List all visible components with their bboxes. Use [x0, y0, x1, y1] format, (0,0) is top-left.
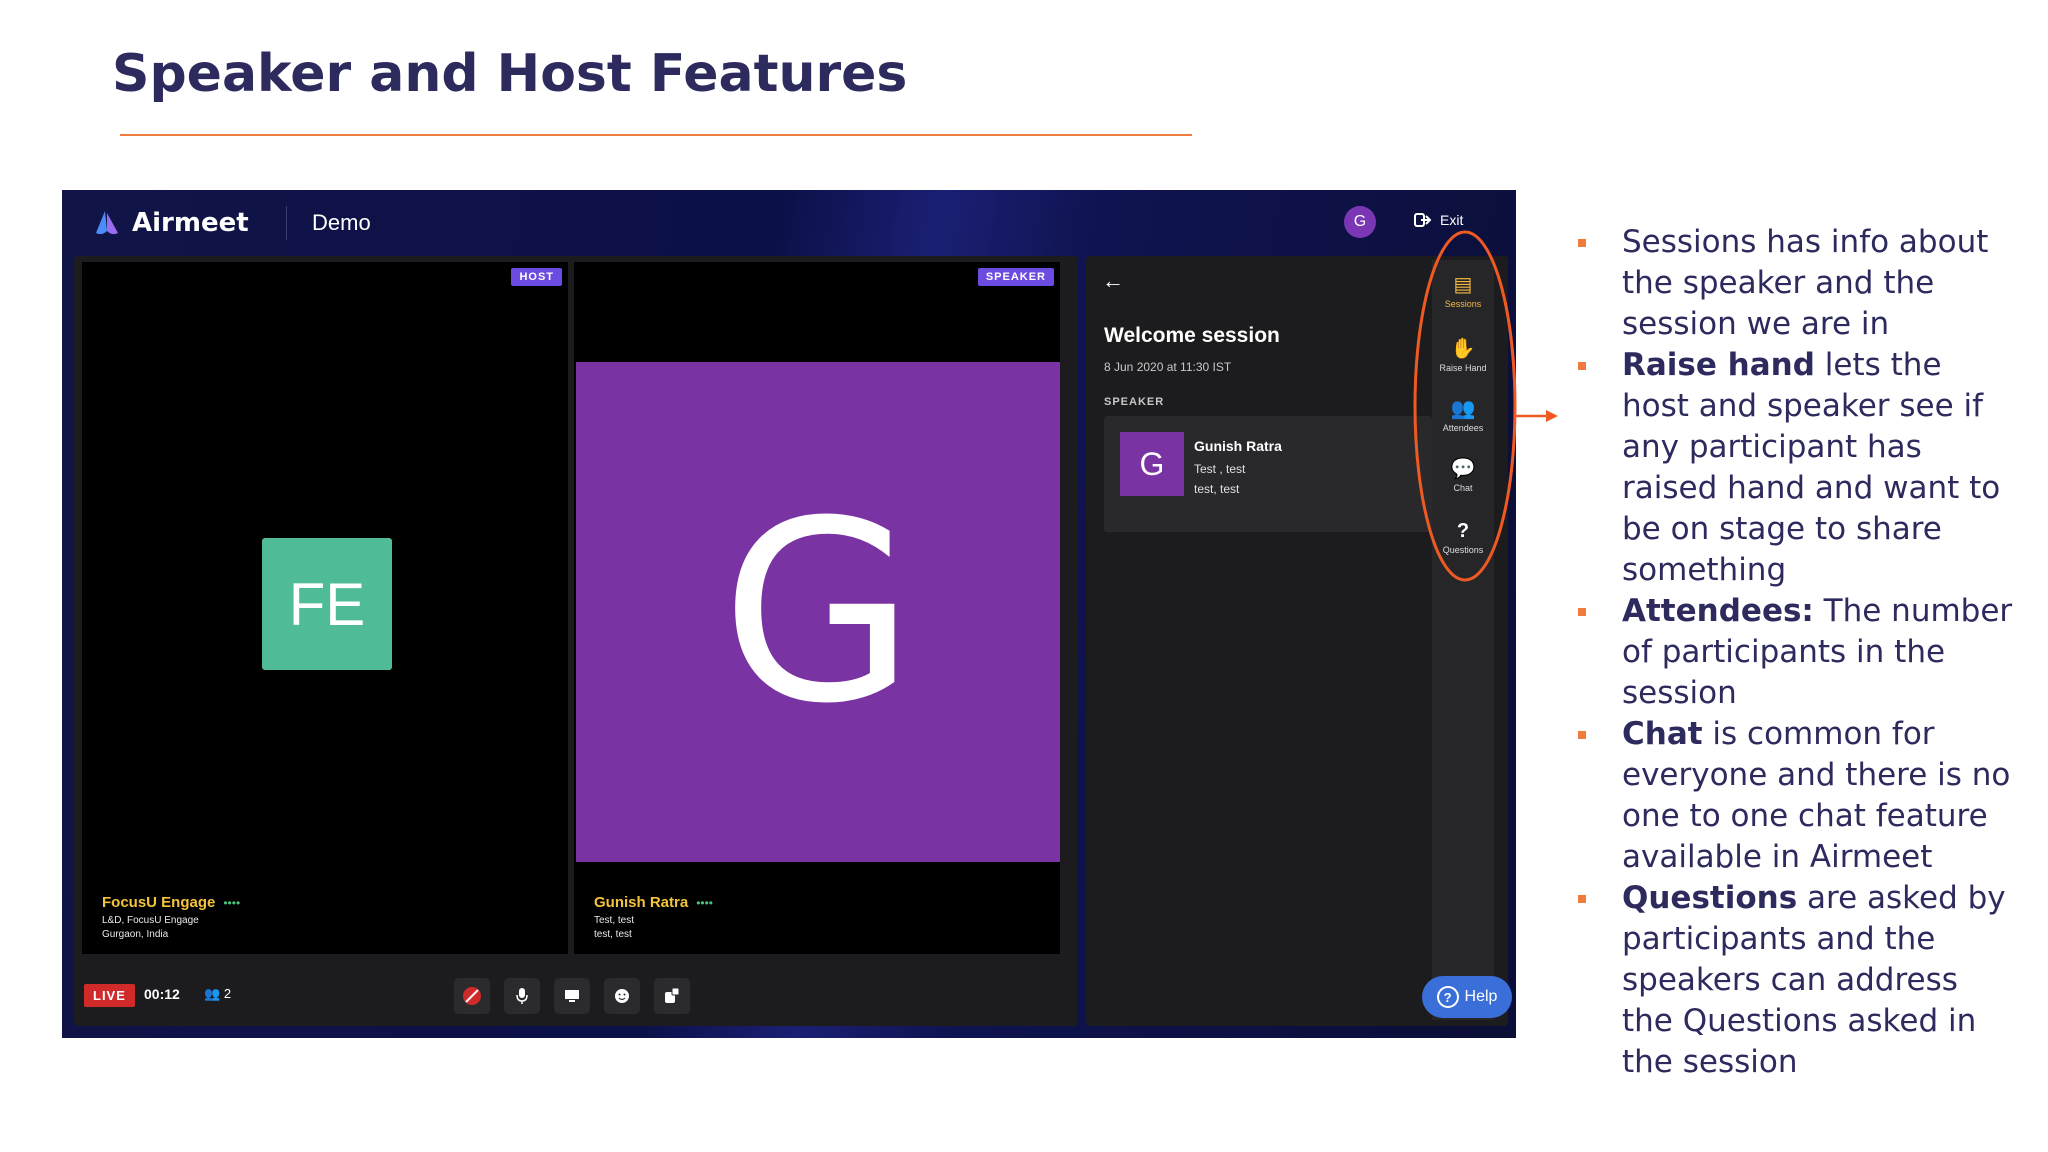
speaker-location: test, test — [594, 929, 632, 940]
speaker-org: Test, test — [594, 915, 635, 926]
highlight-ellipse — [1413, 230, 1517, 582]
speaker-card-name: Gunish Ratra — [1194, 438, 1282, 454]
stage-area: HOST FE FocusU Engage •••• L&D, FocusU En… — [74, 256, 1078, 1026]
event-name: Demo — [312, 210, 371, 235]
speaker-card[interactable]: G Gunish Ratra Test , test test, test — [1104, 416, 1432, 532]
speaker-avatar: G — [576, 362, 1060, 862]
audio-level-icon: •••• — [223, 896, 241, 910]
speaker-card-org: test, test — [1194, 482, 1240, 496]
attendee-count: 👥 2 — [204, 986, 231, 1002]
speaker-card-title: Test , test — [1194, 462, 1246, 476]
effects-button[interactable] — [654, 978, 690, 1014]
effects-icon — [665, 987, 680, 1003]
microphone-icon — [516, 988, 528, 1004]
bullet-chat: Chat is common for everyone and there is… — [1578, 714, 2018, 878]
airmeet-screenshot: Airmeet Demo G Exit HOST FE FocusU Engag… — [62, 190, 1516, 1038]
title-underline — [120, 134, 1192, 136]
feature-bullet-list: Sessions has info about the speaker and … — [1578, 222, 2018, 1083]
host-badge: HOST — [511, 268, 562, 286]
people-icon: 👥 — [204, 986, 221, 1001]
speaker-badge: SPEAKER — [977, 268, 1054, 286]
bullet-sessions: Sessions has info about the speaker and … — [1578, 222, 2018, 345]
bullet-marker — [1578, 731, 1586, 739]
emoji-button[interactable] — [604, 978, 640, 1014]
camera-off-icon — [463, 987, 481, 1005]
top-bar: Airmeet Demo G Exit — [62, 190, 1516, 256]
control-bar: LIVE 00:12 👥 2 — [74, 964, 1078, 1026]
host-video-tile[interactable]: HOST FE FocusU Engage •••• L&D, FocusU En… — [82, 262, 568, 954]
camera-off-button[interactable] — [454, 978, 490, 1014]
header-divider — [286, 206, 287, 240]
bullet-attendees: Attendees: The number of participants in… — [1578, 591, 2018, 714]
help-label: Help — [1464, 988, 1498, 1005]
speaker-section-label: SPEAKER — [1104, 396, 1165, 408]
airmeet-logo-icon — [96, 211, 118, 235]
bullet-marker — [1578, 239, 1586, 247]
session-title: Welcome session — [1104, 324, 1280, 347]
user-avatar[interactable]: G — [1344, 206, 1376, 238]
speaker-name: Gunish Ratra — [594, 894, 689, 911]
airmeet-logo[interactable]: Airmeet — [94, 208, 249, 238]
callout-arrow-icon — [1516, 410, 1558, 422]
speaker-info: Gunish Ratra •••• Test, test test, test — [594, 894, 713, 940]
bullet-marker — [1578, 608, 1586, 616]
screen-share-button[interactable] — [554, 978, 590, 1014]
bullet-marker — [1578, 362, 1586, 370]
microphone-button[interactable] — [504, 978, 540, 1014]
attendee-count-value: 2 — [223, 986, 232, 1001]
screen-share-icon — [565, 990, 579, 1002]
host-org: L&D, FocusU Engage — [102, 915, 199, 926]
session-timer: 00:12 — [144, 986, 180, 1002]
audio-level-icon: •••• — [696, 896, 713, 910]
logo-text: Airmeet — [132, 208, 249, 238]
slide-title: Speaker and Host Features — [112, 44, 908, 104]
emoji-icon — [615, 989, 629, 1003]
host-location: Gurgaon, India — [102, 929, 169, 940]
speaker-video-tile[interactable]: SPEAKER G Gunish Ratra •••• Test, test te… — [574, 262, 1060, 954]
host-avatar: FE — [262, 538, 392, 670]
back-arrow-icon[interactable]: ← — [1102, 268, 1124, 294]
bullet-raise-hand: Raise hand lets the host and speaker see… — [1578, 345, 2018, 591]
session-date: 8 Jun 2020 at 11:30 IST — [1104, 360, 1232, 374]
help-icon: ? — [1436, 986, 1459, 1008]
speaker-card-avatar: G — [1120, 432, 1184, 496]
bullet-marker — [1578, 895, 1586, 903]
help-button[interactable]: ? Help — [1422, 976, 1512, 1018]
host-name: FocusU Engage — [102, 894, 216, 911]
bullet-questions: Questions are asked by participants and … — [1578, 878, 2018, 1083]
live-badge: LIVE — [84, 984, 135, 1007]
host-info: FocusU Engage •••• L&D, FocusU Engage Gur… — [102, 894, 240, 940]
